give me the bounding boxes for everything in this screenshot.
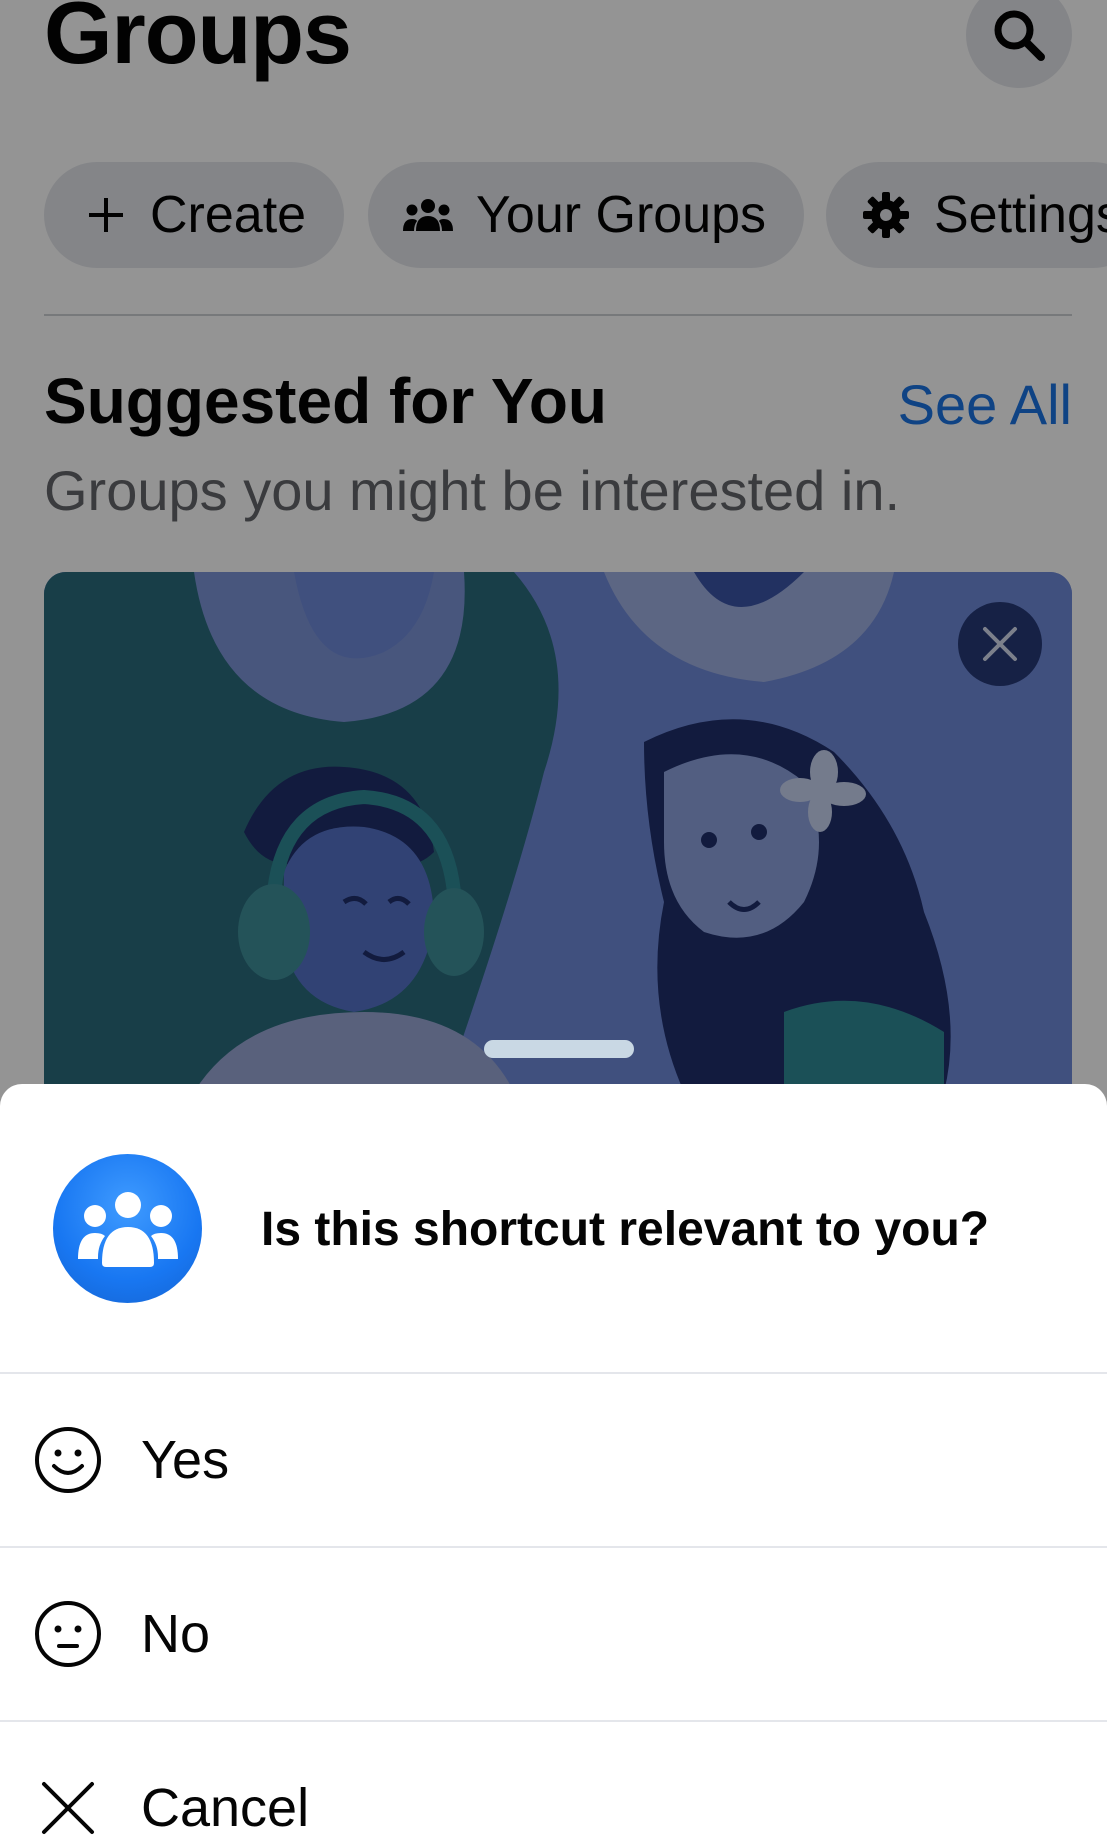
cancel-option[interactable]: Cancel bbox=[0, 1720, 1107, 1848]
groups-avatar bbox=[53, 1154, 202, 1303]
smile-icon bbox=[35, 1427, 101, 1493]
no-label: No bbox=[141, 1604, 211, 1664]
groups-icon bbox=[77, 1191, 178, 1267]
yes-option[interactable]: Yes bbox=[0, 1372, 1107, 1546]
no-option[interactable]: No bbox=[0, 1546, 1107, 1720]
sheet-header: Is this shortcut relevant to you? bbox=[0, 1084, 1107, 1372]
neutral-face-icon bbox=[35, 1601, 101, 1667]
cancel-label: Cancel bbox=[141, 1778, 310, 1838]
yes-label: Yes bbox=[141, 1430, 230, 1490]
sheet-grabber[interactable] bbox=[484, 1040, 634, 1058]
sheet-question: Is this shortcut relevant to you? bbox=[261, 1203, 990, 1256]
close-icon bbox=[42, 1782, 94, 1834]
bottom-sheet: Is this shortcut relevant to you? Yes No… bbox=[0, 1084, 1107, 1848]
